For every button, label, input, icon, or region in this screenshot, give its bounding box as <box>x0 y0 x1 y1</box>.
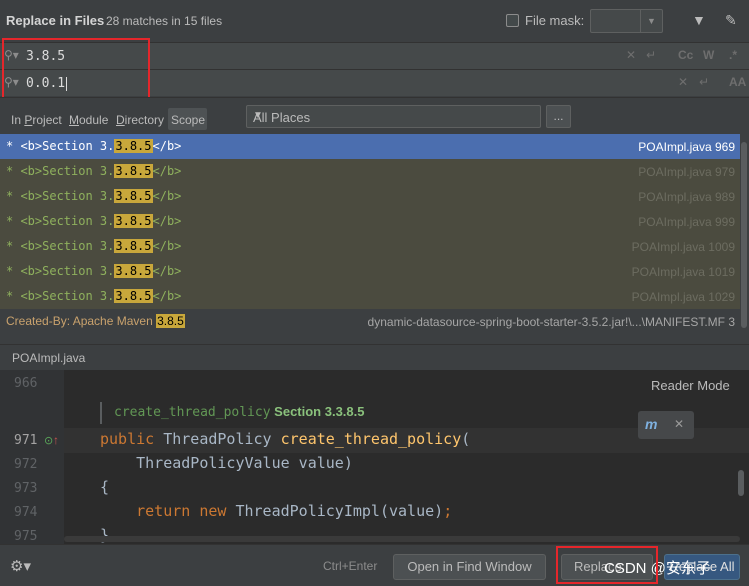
implement-arrow-icon[interactable]: ↑ <box>53 433 59 447</box>
result-file: POAImpl.java 989 <box>638 190 735 204</box>
newline-icon[interactable]: ↵ <box>646 48 656 62</box>
match-highlight: 3.8.5 <box>114 189 153 203</box>
clear-icon[interactable]: ✕ <box>678 75 688 89</box>
results-list[interactable]: * <b>Section 3.3.8.5</b> POAImpl.java 96… <box>0 134 740 338</box>
annotation-box <box>2 38 150 100</box>
match-highlight: 3.8.5 <box>114 214 153 228</box>
code-line-971: public ThreadPolicy create_thread_policy… <box>100 430 471 448</box>
match-highlight: 3.8.5 <box>114 264 153 278</box>
scroll-thumb[interactable] <box>741 142 747 328</box>
line-gutter: 966 971 972 973 974 975 ⊙ ↑ <box>0 370 64 544</box>
tab-scope-label: Scope <box>171 113 206 127</box>
match-highlight: 3.8.5 <box>114 139 153 153</box>
newline-icon[interactable]: ↵ <box>699 75 709 89</box>
code-line-972: ThreadPolicyValue value) <box>100 454 353 472</box>
result-file: POAImpl.java 1009 <box>631 240 735 254</box>
result-row[interactable]: Created-By: Apache Maven 3.8.5 dynamic-d… <box>0 309 740 334</box>
editor-hscrollbar[interactable] <box>64 536 740 542</box>
result-file: POAImpl.java 1029 <box>631 290 735 304</box>
translate-icon[interactable]: m <box>645 416 657 432</box>
regex-toggle[interactable]: .* <box>729 48 737 62</box>
filter-icon[interactable]: ▼ <box>692 12 706 28</box>
match-highlight: 3.8.5 <box>114 164 153 178</box>
gear-icon[interactable]: ⚙▾ <box>10 557 31 575</box>
translate-popup: m ✕ <box>638 411 694 439</box>
chevron-down-icon[interactable]: ▼ <box>640 10 662 32</box>
result-file: POAImpl.java 1019 <box>631 265 735 279</box>
line-number: 974 <box>14 505 38 520</box>
annotation-box <box>556 546 658 584</box>
more-scope-button[interactable]: ... <box>546 105 571 128</box>
result-row[interactable]: * <b>Section 3.3.8.5</b> POAImpl.java 10… <box>0 284 740 309</box>
line-number: 975 <box>14 529 38 544</box>
result-row[interactable]: * <b>Section 3.3.8.5</b> POAImpl.java 10… <box>0 234 740 259</box>
whole-words-toggle[interactable]: W <box>703 48 714 62</box>
match-highlight: 3.8.5 <box>156 314 185 328</box>
result-row[interactable]: * <b>Section 3.3.8.5</b> POAImpl.java 98… <box>0 184 740 209</box>
dialog-title: Replace in Files <box>6 13 105 28</box>
result-row[interactable]: * <b>Section 3.3.8.5</b> POAImpl.java 97… <box>0 159 740 184</box>
chevron-down-icon: ▼ <box>253 110 263 121</box>
results-scrollbar[interactable] <box>740 134 749 338</box>
pin-icon[interactable]: ✎ <box>725 12 737 29</box>
rendered-doc-comment: create_thread_policy Section 3.3.8.5 <box>114 404 365 420</box>
close-icon[interactable]: ✕ <box>674 417 684 431</box>
match-case-toggle[interactable]: Cc <box>678 48 693 62</box>
result-file: POAImpl.java 999 <box>638 215 735 229</box>
match-count: 28 matches in 15 files <box>106 14 223 28</box>
match-highlight: 3.8.5 <box>114 289 153 303</box>
preview-header: POAImpl.java <box>0 344 749 370</box>
tab-scope[interactable]: Scope <box>168 108 207 130</box>
preserve-case-toggle[interactable]: AA <box>729 75 746 89</box>
places-select[interactable]: All Places ▼ <box>246 105 541 128</box>
result-row[interactable]: * <b>Section 3.3.8.5</b> POAImpl.java 10… <box>0 259 740 284</box>
line-number: 972 <box>14 457 38 472</box>
editor-scroll-thumb[interactable] <box>738 470 744 496</box>
result-row[interactable]: * <b>Section 3.3.8.5</b> POAImpl.java 96… <box>0 134 740 159</box>
code-line-973: { <box>100 478 110 496</box>
dialog-header: Replace in Files 28 matches in 15 files … <box>0 0 749 42</box>
tab-in-project[interactable]: In Project <box>11 113 62 127</box>
code-preview[interactable]: 966 971 972 973 974 975 ⊙ ↑ create_threa… <box>0 370 749 544</box>
tab-directory[interactable]: Directory <box>116 113 164 127</box>
reader-mode-toggle[interactable]: Reader Mode <box>651 378 730 393</box>
file-mask-combo[interactable]: ▼ <box>590 9 663 33</box>
file-mask-label: File mask: <box>525 13 585 28</box>
line-number: 971 <box>14 433 38 448</box>
match-highlight: 3.8.5 <box>114 239 153 253</box>
line-number: 966 <box>14 376 38 391</box>
result-file: dynamic-datasource-spring-boot-starter-3… <box>367 315 735 329</box>
doc-comment-bar <box>100 402 102 424</box>
result-row[interactable]: * <b>Section 3.3.8.5</b> POAImpl.java 99… <box>0 209 740 234</box>
file-mask-checkbox[interactable] <box>506 14 519 27</box>
tab-module[interactable]: Module <box>69 113 108 127</box>
clear-icon[interactable]: ✕ <box>626 48 636 62</box>
code-line-974: return new ThreadPolicyImpl(value); <box>100 502 453 520</box>
result-file: POAImpl.java 979 <box>638 165 735 179</box>
shortcut-hint: Ctrl+Enter <box>323 559 378 573</box>
result-file: POAImpl.java 969 <box>638 140 735 154</box>
open-in-find-window-button[interactable]: Open in Find Window <box>393 554 546 580</box>
line-number: 973 <box>14 481 38 496</box>
preview-filename: POAImpl.java <box>12 351 86 365</box>
override-icon[interactable]: ⊙ <box>44 434 53 447</box>
